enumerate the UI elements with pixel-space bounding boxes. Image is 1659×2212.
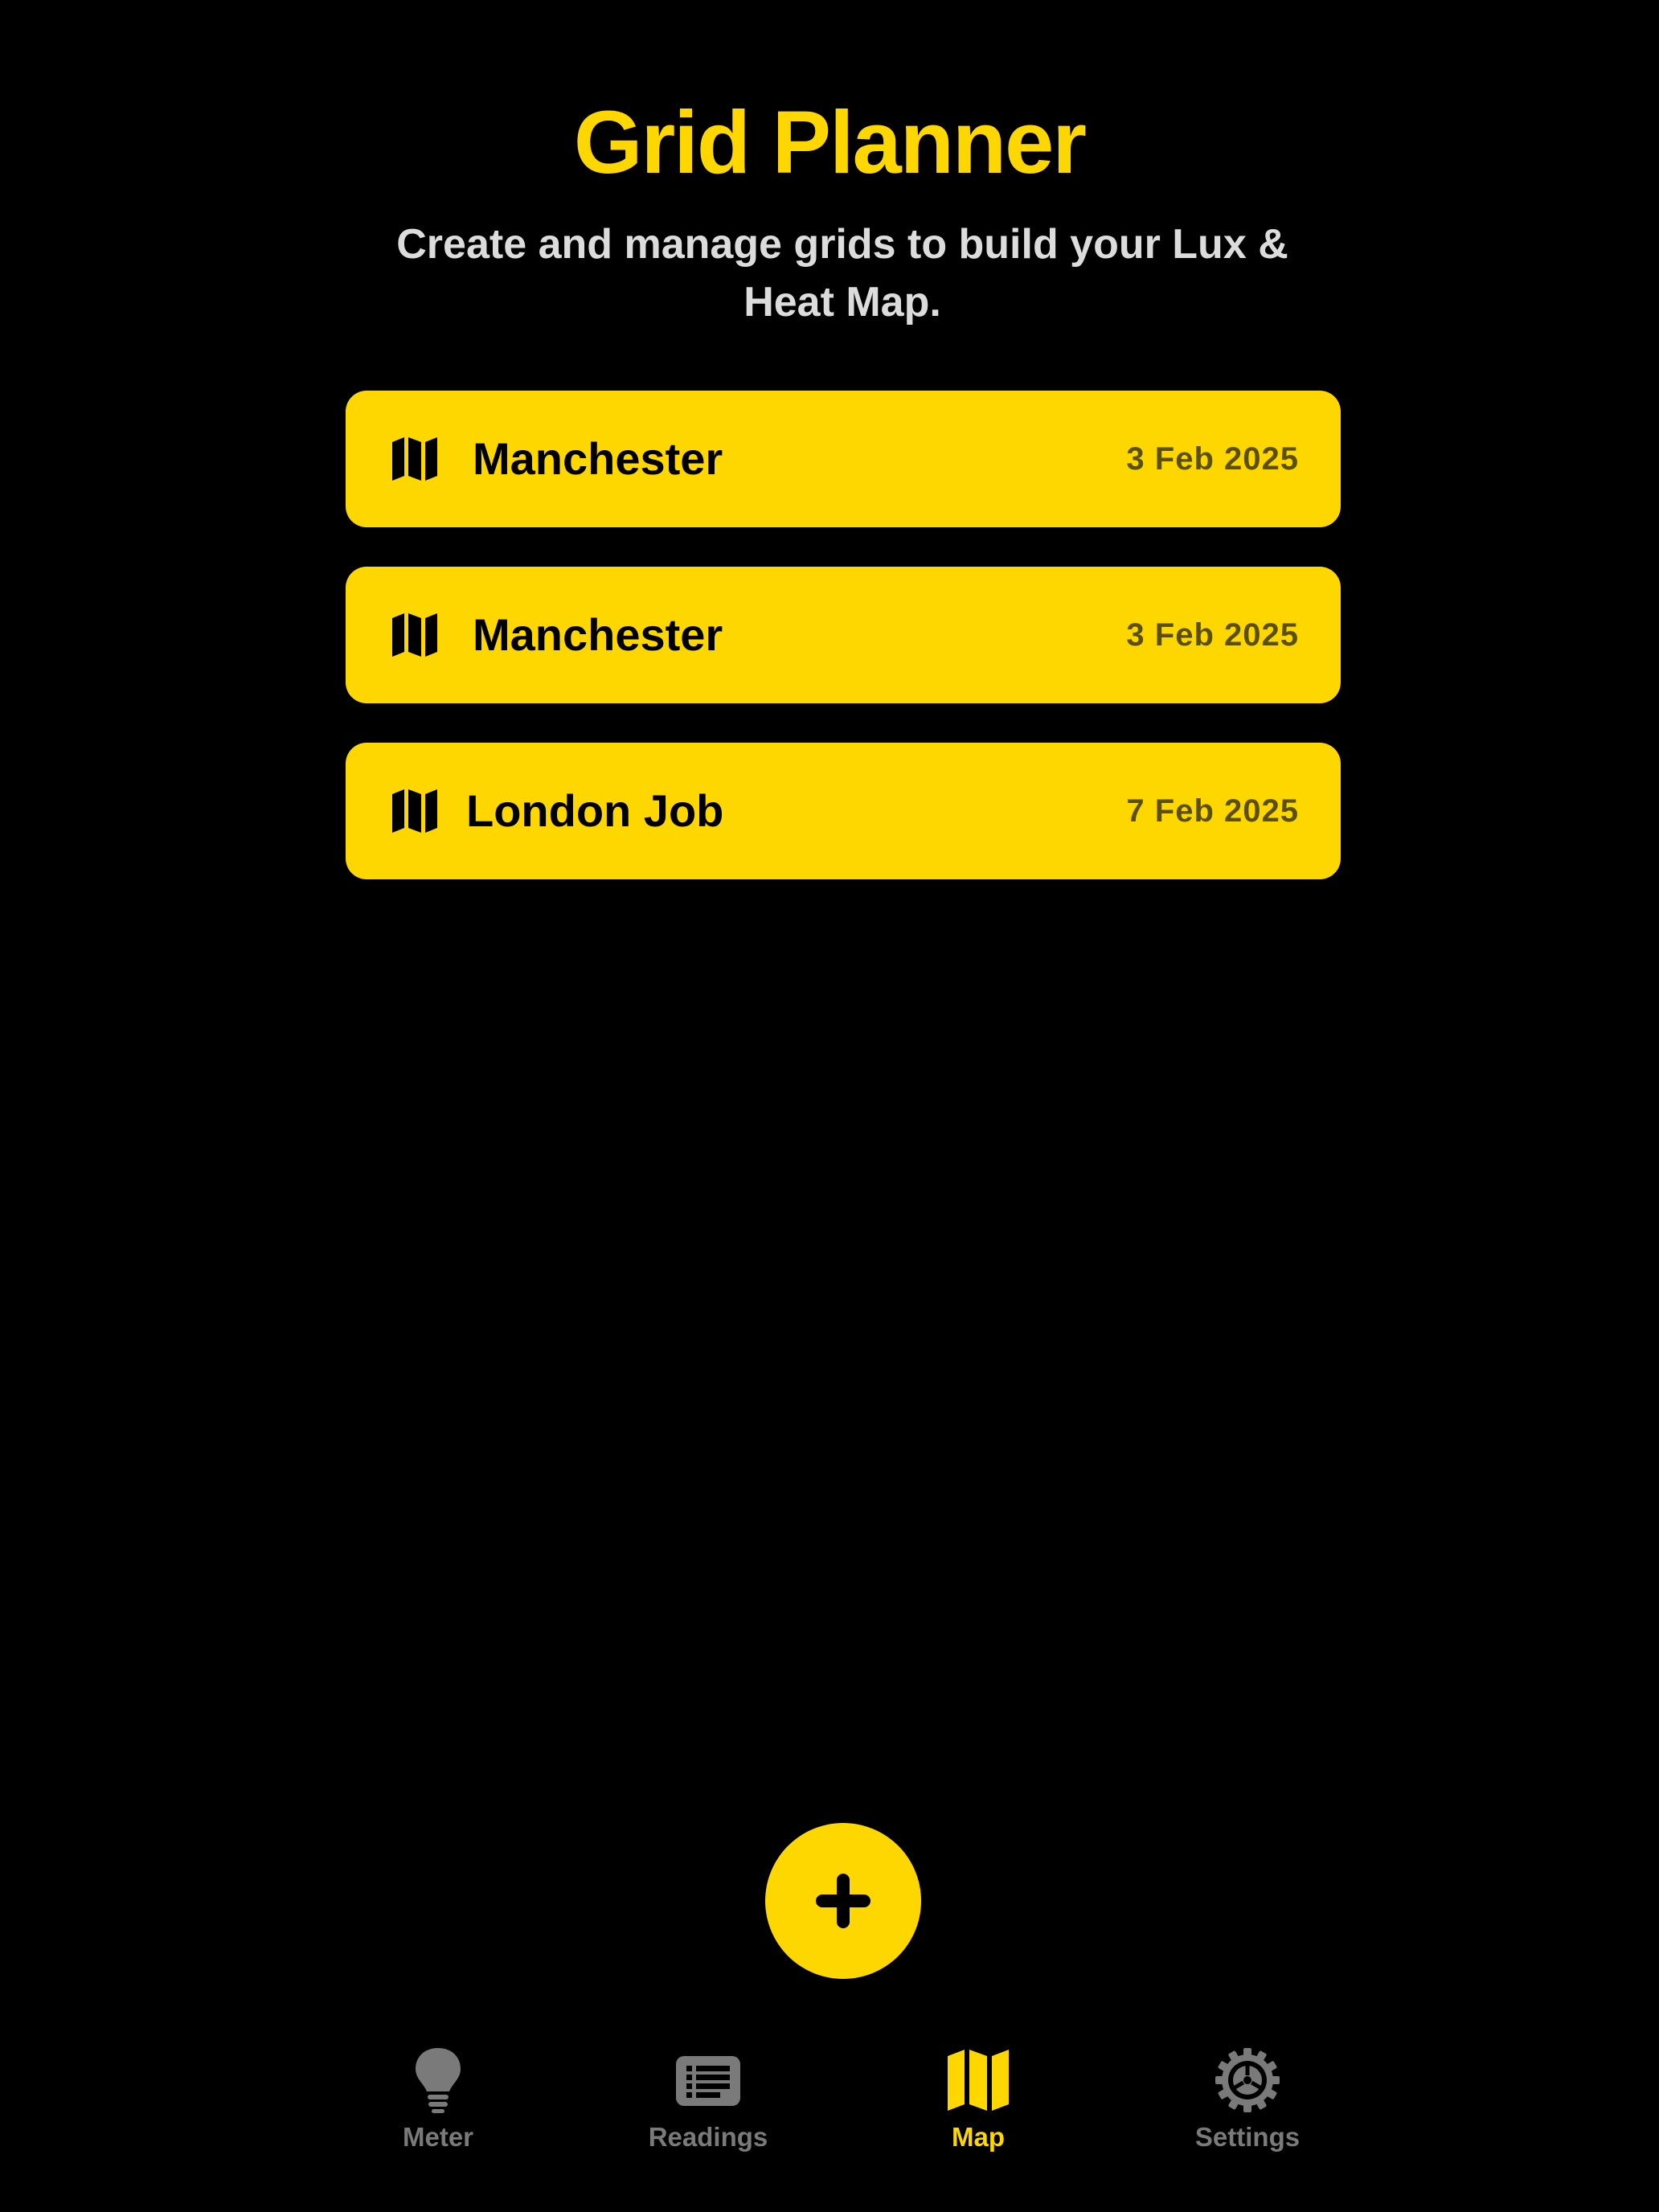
grid-name: London Job [466, 785, 724, 836]
tab-bar: Meter Readings Map Settings [0, 2034, 1659, 2212]
list-icon [676, 2056, 740, 2106]
add-grid-button[interactable] [765, 1823, 921, 1979]
page-title: Grid Planner [573, 93, 1087, 192]
map-icon [948, 2050, 1009, 2111]
lightbulb-icon [416, 2048, 461, 2113]
map-icon [392, 437, 437, 481]
grid-date: 3 Feb 2025 [1126, 441, 1299, 477]
grid-date: 7 Feb 2025 [1126, 793, 1299, 829]
tab-readings[interactable]: Readings [604, 2034, 813, 2162]
map-icon [392, 789, 437, 833]
grid-card-manchester[interactable]: Manchester 3 Feb 2025 [346, 391, 1341, 527]
grid-name: Manchester [473, 433, 723, 484]
tab-label: Readings [648, 2122, 768, 2152]
grid-name: Manchester [473, 609, 723, 660]
tab-meter[interactable]: Meter [334, 2034, 543, 2162]
tab-settings[interactable]: Settings [1143, 2034, 1352, 2162]
grid-card-london-job[interactable]: London Job 7 Feb 2025 [346, 743, 1341, 879]
map-icon [392, 613, 437, 657]
gear-icon [1215, 2048, 1280, 2112]
plus-icon [816, 1874, 870, 1928]
tab-label: Settings [1194, 2122, 1301, 2152]
grid-date: 3 Feb 2025 [1126, 617, 1299, 653]
tab-label: Meter [402, 2122, 474, 2152]
tab-label: Map [952, 2122, 1005, 2152]
grid-card-manchester[interactable]: Manchester 3 Feb 2025 [346, 567, 1341, 703]
tab-map[interactable]: Map [874, 2034, 1083, 2162]
grid-list: Manchester 3 Feb 2025 Manchester 3 Feb 2… [346, 391, 1341, 919]
page-subtitle: Create and manage grids to build your Lu… [396, 221, 1288, 326]
